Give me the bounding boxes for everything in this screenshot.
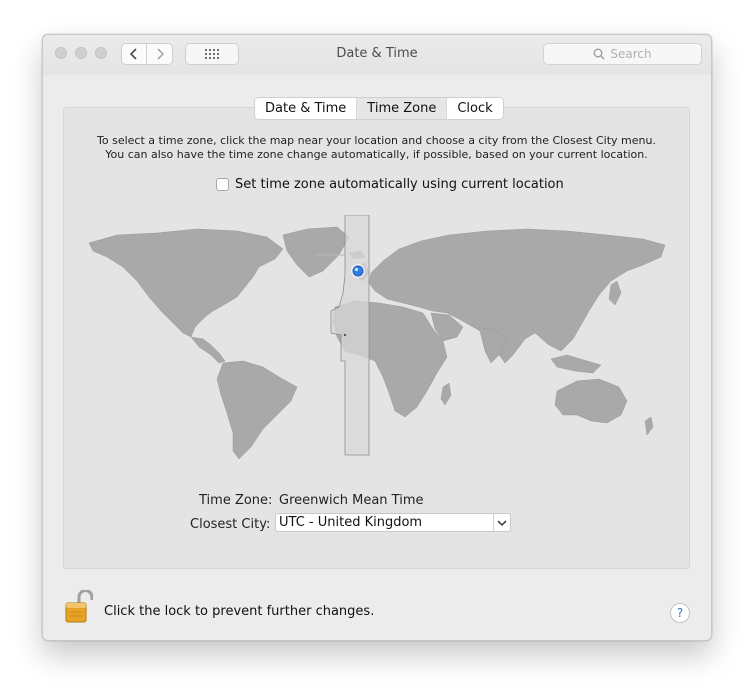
tab-clock[interactable]: Clock <box>446 98 503 119</box>
closest-city-label: Closest City: <box>190 517 271 532</box>
preferences-window: Date & Time Search Date & Time Time Zone… <box>42 34 712 641</box>
tab-date-time[interactable]: Date & Time <box>255 98 357 119</box>
world-map[interactable] <box>87 215 672 463</box>
north-america <box>88 228 284 338</box>
tab-bar: Date & Time Time Zone Clock <box>254 97 504 120</box>
closest-city-value: UTC - United Kingdom <box>279 515 423 530</box>
search-field[interactable]: Search <box>543 43 702 65</box>
chevron-down-icon <box>497 519 507 526</box>
title-bar: Date & Time Search <box>43 35 711 75</box>
greenland <box>282 226 350 278</box>
closest-city-select[interactable]: UTC - United Kingdom <box>275 513 511 532</box>
location-pin-icon <box>351 264 365 278</box>
city-marker <box>343 333 347 337</box>
auto-timezone-option: Set time zone automatically using curren… <box>216 177 564 192</box>
padlock-icon[interactable] <box>63 590 93 624</box>
instruction-line-1: To select a time zone, click the map nea… <box>97 134 656 147</box>
australia <box>554 378 628 424</box>
central-america <box>190 336 226 364</box>
japan <box>608 280 622 306</box>
auto-timezone-label[interactable]: Set time zone automatically using curren… <box>235 177 564 192</box>
new-zealand <box>644 416 654 436</box>
search-icon <box>593 48 605 60</box>
help-button[interactable]: ? <box>670 603 690 623</box>
southeast-asia-islands <box>550 354 602 374</box>
auto-timezone-checkbox[interactable] <box>216 178 229 191</box>
search-placeholder: Search <box>610 47 652 61</box>
instruction-line-2: You can also have the time zone change a… <box>105 148 648 161</box>
tab-time-zone[interactable]: Time Zone <box>356 98 447 119</box>
select-toggle[interactable] <box>493 514 510 531</box>
timezone-value: Greenwich Mean Time <box>279 493 424 508</box>
madagascar <box>440 382 452 406</box>
lock-message: Click the lock to prevent further change… <box>104 604 375 619</box>
continents <box>88 226 666 460</box>
timezone-label: Time Zone: <box>199 493 273 508</box>
south-america <box>216 360 298 460</box>
